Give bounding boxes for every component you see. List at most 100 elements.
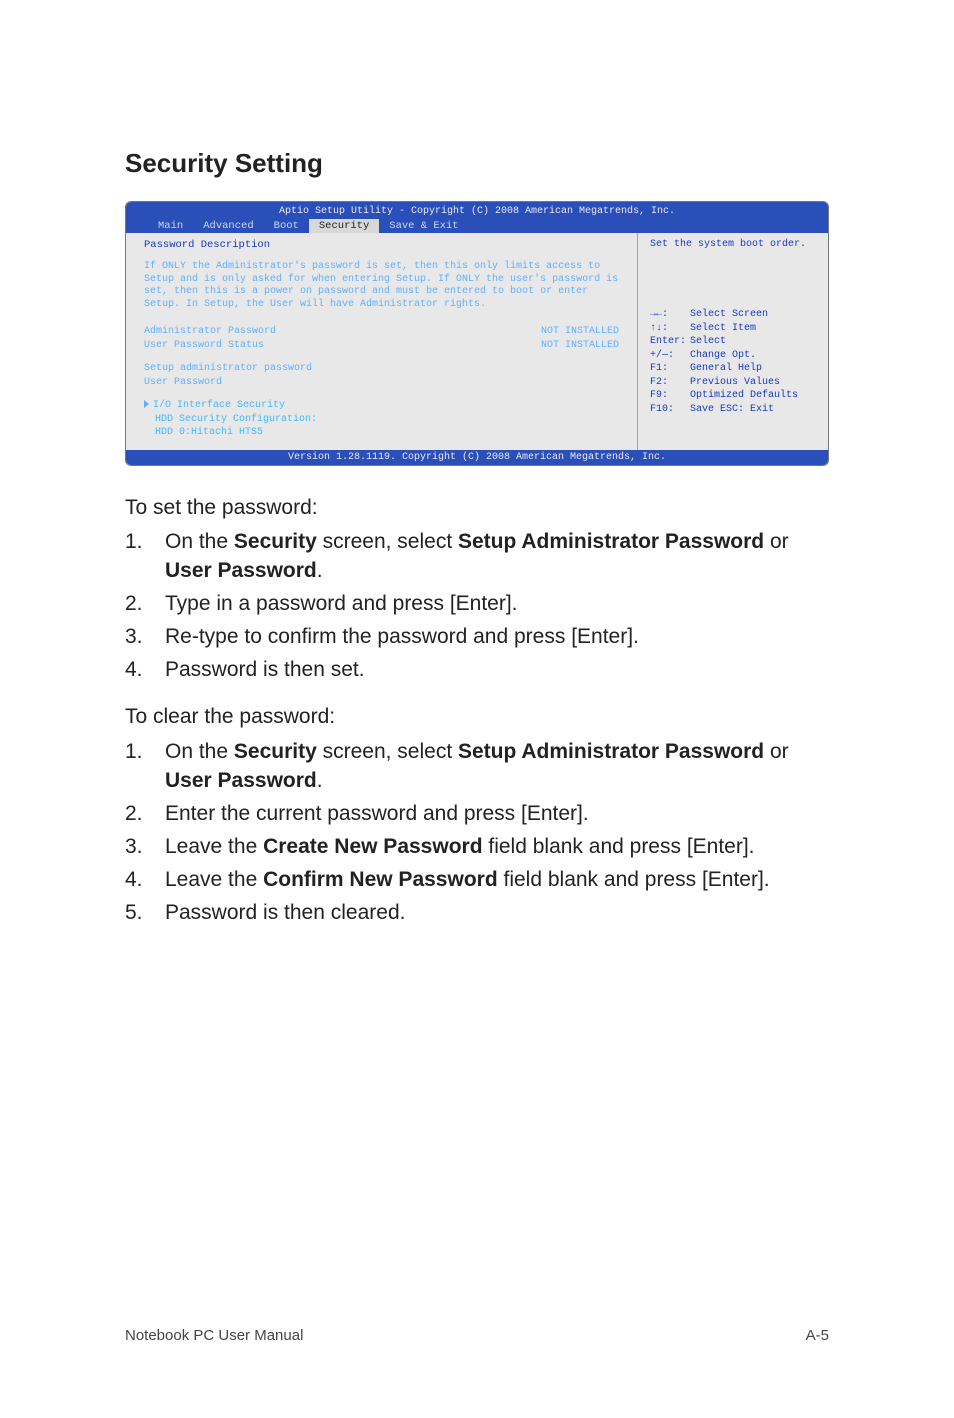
bios-help-val: Save ESC: Exit — [690, 403, 774, 417]
set-password-steps: 1. On the Security screen, select Setup … — [125, 528, 829, 685]
step-number: 2. — [125, 590, 147, 619]
bios-help-row: ↑↓:Select Item — [650, 322, 818, 336]
text-run: or — [764, 740, 789, 763]
list-item: 3. Leave the Create New Password field b… — [125, 833, 829, 862]
bios-item: User Password — [144, 376, 619, 390]
text-run: screen, select — [317, 740, 458, 763]
bios-tab-boot: Boot — [264, 219, 309, 233]
bios-password-description-title: Password Description — [144, 239, 619, 251]
bios-row-admin-password: Administrator Password NOT INSTALLED — [144, 325, 619, 339]
list-item: 5. Password is then cleared. — [125, 899, 829, 928]
step-number: 4. — [125, 866, 147, 895]
step-text: Leave the Confirm New Password field bla… — [165, 866, 770, 895]
text-run: field blank and press [Enter]. — [498, 868, 770, 891]
bios-header: Aptio Setup Utility - Copyright (C) 2008… — [126, 202, 828, 233]
text-run: On the — [165, 740, 234, 763]
step-number: 3. — [125, 623, 147, 652]
bios-help-key: +/—: — [650, 349, 686, 363]
step-text: Type in a password and press [Enter]. — [165, 590, 518, 619]
bios-io-security-label: I/O Interface Security — [153, 400, 285, 411]
bios-help-row: F9: Optimized Defaults — [650, 389, 818, 403]
step-number: 2. — [125, 800, 147, 829]
bios-help-row: F2: Previous Values — [650, 376, 818, 390]
bios-item: Setup administrator password — [144, 362, 619, 376]
text-bold: Create New Password — [263, 835, 482, 858]
text-bold: Security — [234, 740, 317, 763]
step-text: Re-type to confirm the password and pres… — [165, 623, 639, 652]
bios-tabs: Main Advanced Boot Security Save & Exit — [126, 219, 828, 233]
bios-row-value: NOT INSTALLED — [541, 325, 619, 339]
step-number: 1. — [125, 528, 147, 586]
bios-body: Password Description If ONLY the Adminis… — [126, 233, 828, 450]
bios-setup-admin-password: Setup administrator password User Passwo… — [144, 362, 619, 389]
step-number: 4. — [125, 656, 147, 685]
set-password-intro: To set the password: — [125, 494, 829, 523]
bios-help-keys: →←: Select Screen ↑↓:Select Item Enter:Se… — [650, 308, 818, 416]
text-run: . — [317, 769, 323, 792]
step-text: Password is then set. — [165, 656, 365, 685]
body-text: To set the password: 1. On the Security … — [125, 494, 829, 929]
bios-tab-main: Main — [148, 219, 193, 233]
step-text: Password is then cleared. — [165, 899, 405, 928]
text-run: field blank and press [Enter]. — [483, 835, 755, 858]
text-bold: User Password — [165, 769, 317, 792]
list-item: 2.Enter the current password and press [… — [125, 800, 829, 829]
bios-password-description-body: If ONLY the Administrator's password is … — [144, 261, 619, 311]
bios-help-val: Select Screen — [690, 308, 768, 322]
bios-help-row: Enter:Select — [650, 335, 818, 349]
text-run: On the — [165, 530, 234, 553]
bios-row-value: NOT INSTALLED — [541, 339, 619, 353]
bios-tab-save-exit: Save & Exit — [379, 219, 468, 233]
bios-help-key: F2: — [650, 376, 686, 390]
bios-hdd-sec-cfg: HDD Security Configuration: — [144, 413, 619, 427]
bios-footer: Version 1.28.1119. Copyright (C) 2008 Am… — [126, 450, 828, 465]
text-bold: Setup Administrator Password — [458, 740, 764, 763]
bios-help-row: →←: Select Screen — [650, 308, 818, 322]
bios-screenshot: Aptio Setup Utility - Copyright (C) 2008… — [125, 201, 829, 466]
step-number: 3. — [125, 833, 147, 862]
text-run: . — [317, 559, 323, 582]
bios-right-pane: Set the system boot order. →←: Select Scr… — [638, 233, 828, 450]
list-item: 1. On the Security screen, select Setup … — [125, 528, 829, 586]
bios-row-user-password-status: User Password Status NOT INSTALLED — [144, 339, 619, 353]
bios-help-val: Previous Values — [690, 376, 780, 390]
text-bold: Security — [234, 530, 317, 553]
bios-tab-advanced: Advanced — [193, 219, 263, 233]
bios-tab-security: Security — [309, 219, 379, 233]
footer-left: Notebook PC User Manual — [125, 1327, 303, 1344]
bios-right-hint: Set the system boot order. — [650, 239, 818, 250]
text-bold: User Password — [165, 559, 317, 582]
list-item: 4. Password is then set. — [125, 656, 829, 685]
bios-help-val: Change Opt. — [690, 349, 756, 363]
text-bold: Setup Administrator Password — [458, 530, 764, 553]
bios-help-key: ↑↓: — [650, 322, 686, 336]
bios-row-label: Administrator Password — [144, 325, 276, 339]
bios-help-val: General Help — [690, 362, 762, 376]
step-text: Leave the Create New Password field blan… — [165, 833, 755, 862]
text-run: Leave the — [165, 868, 263, 891]
step-number: 5. — [125, 899, 147, 928]
step-text: On the Security screen, select Setup Adm… — [165, 738, 829, 796]
clear-password-intro: To clear the password: — [125, 703, 829, 732]
page-footer: Notebook PC User Manual A-5 — [125, 1327, 829, 1344]
footer-right: A-5 — [806, 1327, 829, 1344]
bios-help-row: +/—: Change Opt. — [650, 349, 818, 363]
text-run: or — [764, 530, 789, 553]
bios-help-key: →←: — [650, 308, 686, 322]
bios-hdd-item: HDD 0:Hitachi HTS5 — [144, 426, 619, 440]
step-number: 1. — [125, 738, 147, 796]
bios-left-pane: Password Description If ONLY the Adminis… — [126, 233, 638, 450]
bios-help-key: F9: — [650, 389, 686, 403]
triangle-right-icon — [144, 400, 149, 408]
bios-row-label: User Password Status — [144, 339, 264, 353]
section-heading: Security Setting — [125, 148, 829, 179]
bios-help-key: Enter: — [650, 335, 686, 349]
list-item: 4. Leave the Confirm New Password field … — [125, 866, 829, 895]
bios-help-key: F10: — [650, 403, 686, 417]
bios-help-key: F1: — [650, 362, 686, 376]
step-text: On the Security screen, select Setup Adm… — [165, 528, 829, 586]
bios-io-security: I/O Interface Security — [144, 399, 619, 413]
bios-help-val: Optimized Defaults — [690, 389, 798, 403]
bios-header-title: Aptio Setup Utility - Copyright (C) 2008… — [126, 204, 828, 219]
clear-password-steps: 1. On the Security screen, select Setup … — [125, 738, 829, 928]
